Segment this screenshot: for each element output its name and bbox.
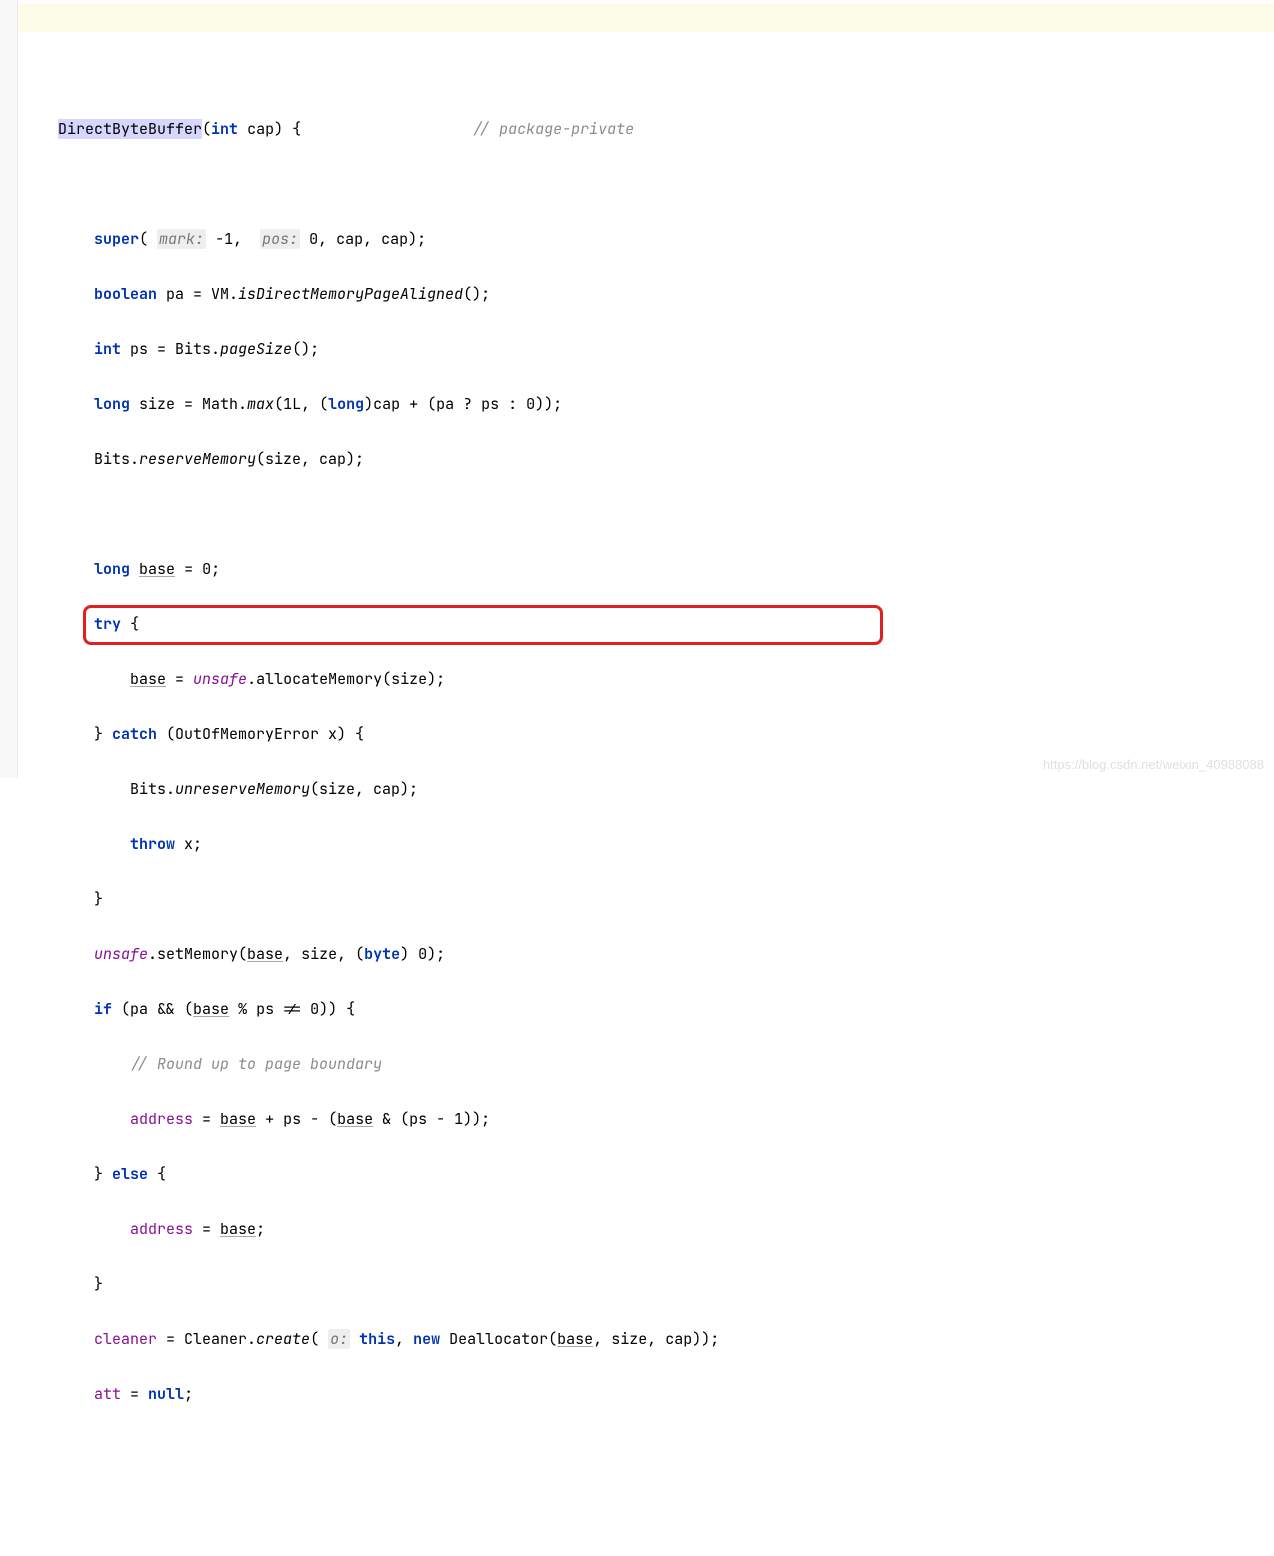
- code-line[interactable]: Bits.reserveMemory(size, cap);: [22, 446, 1274, 474]
- code-line[interactable]: if (pa && (base % ps != 0)) {: [22, 996, 1274, 1024]
- code-line[interactable]: super( mark: -1, pos: 0, cap, cap);: [22, 226, 1274, 254]
- param-hint: pos:: [260, 229, 300, 249]
- code-line[interactable]: }: [22, 1271, 1274, 1299]
- code-line[interactable]: [22, 1436, 1274, 1464]
- code-line[interactable]: boolean pa = VM.isDirectMemoryPageAligne…: [22, 281, 1274, 309]
- code-line[interactable]: cleaner = Cleaner.create( o: this, new D…: [22, 1326, 1274, 1354]
- code-line[interactable]: } catch (OutOfMemoryError x) {: [22, 721, 1274, 749]
- current-line-highlight: [18, 4, 1274, 32]
- code-content: DirectByteBuffer(int cap) { // package-p…: [22, 83, 1274, 1556]
- code-line[interactable]: [22, 171, 1274, 199]
- code-line[interactable]: [22, 1546, 1274, 1556]
- code-editor[interactable]: DirectByteBuffer(int cap) { // package-p…: [18, 0, 1274, 1556]
- code-line[interactable]: try {: [22, 611, 1274, 639]
- code-line[interactable]: [22, 1491, 1274, 1519]
- code-line[interactable]: att = null;: [22, 1381, 1274, 1409]
- code-line[interactable]: Bits.unreserveMemory(size, cap);: [22, 776, 1274, 804]
- code-line[interactable]: throw x;: [22, 831, 1274, 859]
- code-line[interactable]: [22, 501, 1274, 529]
- code-line[interactable]: } else {: [22, 1161, 1274, 1189]
- code-line[interactable]: // Round up to page boundary: [22, 1051, 1274, 1079]
- code-line[interactable]: }: [22, 886, 1274, 914]
- code-line[interactable]: base = unsafe.allocateMemory(size);: [22, 666, 1274, 694]
- code-line[interactable]: address = base;: [22, 1216, 1274, 1244]
- editor-gutter: [0, 0, 18, 778]
- code-line[interactable]: DirectByteBuffer(int cap) { // package-p…: [22, 116, 1274, 144]
- code-line[interactable]: long size = Math.max(1L, (long)cap + (pa…: [22, 391, 1274, 419]
- param-hint: mark:: [157, 229, 206, 249]
- code-line[interactable]: int ps = Bits.pageSize();: [22, 336, 1274, 364]
- code-line[interactable]: long base = 0;: [22, 556, 1274, 584]
- param-hint: o:: [328, 1329, 350, 1349]
- code-line[interactable]: unsafe.setMemory(base, size, (byte) 0);: [22, 941, 1274, 969]
- code-line[interactable]: address = base + ps - (base & (ps - 1));: [22, 1106, 1274, 1134]
